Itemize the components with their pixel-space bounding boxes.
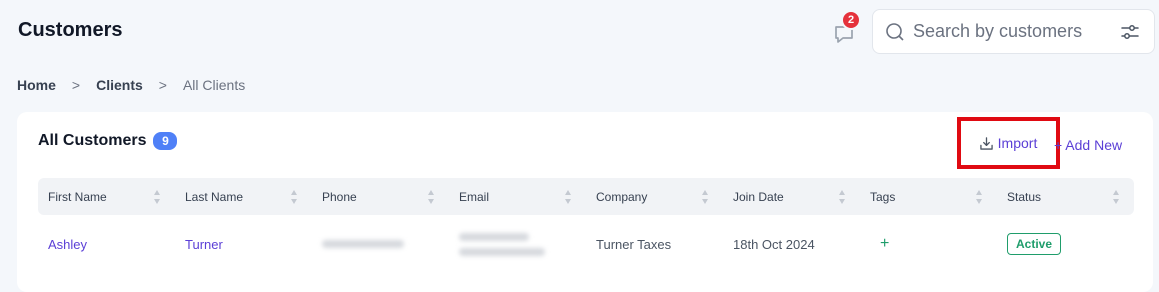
breadcrumb-clients[interactable]: Clients <box>96 77 143 93</box>
column-header-company[interactable]: Company <box>586 178 723 215</box>
table-header: First Name Last Name Phone Email Company… <box>38 178 1134 215</box>
redacted-phone <box>322 240 404 248</box>
cell-join-date: 18th Oct 2024 <box>733 236 815 252</box>
add-new-button[interactable]: + Add New <box>1054 137 1122 153</box>
sort-arrows-icon <box>565 190 571 204</box>
sort-arrows-icon <box>1113 190 1119 204</box>
sort-arrows-icon <box>428 190 434 204</box>
column-header-tags[interactable]: Tags <box>860 178 997 215</box>
search-input[interactable] <box>913 21 1113 42</box>
breadcrumb-separator: > <box>71 77 81 93</box>
sort-arrows-icon <box>839 190 845 204</box>
sort-arrows-icon <box>291 190 297 204</box>
page-title: Customers <box>18 19 123 41</box>
breadcrumb-separator: > <box>158 77 167 93</box>
column-header-first-name[interactable]: First Name <box>38 178 175 215</box>
card-title-text: All Customers <box>38 132 147 149</box>
status-badge: Active <box>1007 233 1062 255</box>
cell-last-name[interactable]: Turner <box>175 224 312 264</box>
notification-badge: 2 <box>841 10 861 30</box>
customer-count-badge: 9 <box>153 132 178 150</box>
redacted-email-line <box>459 232 529 241</box>
sort-arrows-icon <box>702 190 708 204</box>
column-header-last-name[interactable]: Last Name <box>175 178 312 215</box>
cell-company: Turner Taxes <box>596 236 672 252</box>
download-icon <box>979 136 993 150</box>
import-button[interactable]: Import <box>957 117 1060 169</box>
cell-email-redacted <box>449 224 586 264</box>
search-box <box>872 9 1155 54</box>
cell-tags: + <box>860 224 997 264</box>
customers-card: All Customers 9 Import + Add New First N… <box>17 112 1153 292</box>
cell-phone-redacted <box>312 224 449 264</box>
table-row[interactable]: Ashley Turner Turner Taxes 18th Oct 2024… <box>38 224 1134 264</box>
column-header-join-date[interactable]: Join Date <box>723 178 860 215</box>
column-header-email[interactable]: Email <box>449 178 586 215</box>
sliders-icon[interactable] <box>1120 22 1140 42</box>
redacted-email-line <box>459 247 545 256</box>
search-icon <box>886 22 904 41</box>
breadcrumb: Home > Clients > All Clients <box>17 77 245 93</box>
add-tag-icon[interactable]: + <box>880 235 889 253</box>
card-title: All Customers 9 <box>38 132 178 150</box>
breadcrumb-all-clients: All Clients <box>182 77 246 93</box>
column-header-status[interactable]: Status <box>997 178 1134 215</box>
column-header-phone[interactable]: Phone <box>312 178 449 215</box>
breadcrumb-home[interactable]: Home <box>17 77 56 93</box>
sort-arrows-icon <box>976 190 982 204</box>
import-label: Import <box>997 135 1038 151</box>
cell-first-name[interactable]: Ashley <box>38 224 175 264</box>
sort-arrows-icon <box>154 190 160 204</box>
cell-status: Active <box>997 224 1134 264</box>
